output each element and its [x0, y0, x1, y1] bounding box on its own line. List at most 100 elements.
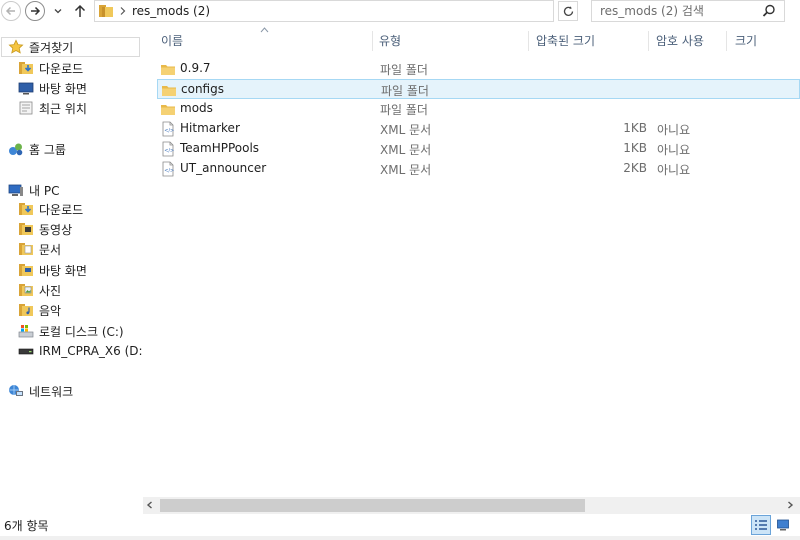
nav-label: IRM_CPRA_X6 (D:) [39, 344, 148, 358]
nav-homegroup[interactable]: 홈 그룹 [8, 139, 66, 159]
arrow-right-icon [31, 6, 41, 16]
nav-label: 네트워크 [29, 384, 74, 399]
nav-pc-music[interactable]: 음악 [18, 300, 61, 320]
homegroup-icon [8, 141, 24, 157]
arrow-left-icon [5, 6, 15, 16]
svg-text:</>: </> [164, 128, 174, 134]
nav-label: 최근 위치 [39, 101, 87, 116]
file-password: 아니요 [657, 123, 691, 137]
column-header-type[interactable]: 유형 [379, 27, 529, 53]
nav-pc-videos[interactable]: 동영상 [18, 219, 72, 239]
details-view-button[interactable] [751, 515, 771, 535]
column-divider[interactable] [528, 31, 529, 51]
up-arrow-icon[interactable] [72, 3, 88, 19]
column-divider[interactable] [726, 31, 727, 51]
refresh-button[interactable] [558, 1, 578, 21]
forward-button[interactable] [25, 1, 45, 21]
svg-text:</>: </> [164, 148, 174, 154]
nav-label: 다운로드 [39, 202, 84, 217]
nav-label: 로컬 디스크 (C:) [39, 324, 124, 339]
nav-label: 사진 [39, 283, 62, 298]
recent-locations-chevron-down-icon[interactable] [52, 5, 64, 17]
nav-this-pc[interactable]: 내 PC [8, 180, 59, 200]
file-type: 파일 폴더 [380, 63, 428, 77]
computer-icon [8, 182, 24, 198]
videos-folder-icon [18, 221, 34, 237]
removable-drive-icon [18, 343, 34, 359]
documents-folder-icon [18, 241, 34, 257]
file-password: 아니요 [657, 143, 691, 157]
file-row[interactable]: mods 파일 폴더 [157, 99, 800, 119]
nav-pc-downloads[interactable]: 다운로드 [18, 199, 83, 219]
file-row[interactable]: </> Hitmarker XML 문서 1KB 아니요 [157, 119, 800, 139]
nav-label: 홈 그룹 [29, 142, 66, 157]
nav-label: 음악 [39, 303, 62, 318]
nav-label: 다운로드 [39, 61, 84, 76]
file-type: 파일 폴더 [381, 84, 429, 98]
file-type: XML 문서 [380, 143, 432, 157]
nav-favorites[interactable]: 즐겨찾기 [1, 37, 140, 57]
xml-file-icon: </> [162, 141, 174, 157]
file-size: 1KB [623, 141, 647, 155]
address-bar[interactable]: res_mods (2) [94, 0, 645, 22]
nav-label: 내 PC [29, 183, 60, 198]
nav-pc-documents[interactable]: 문서 [18, 239, 61, 259]
nav-favorites-downloads[interactable]: 다운로드 [18, 58, 83, 78]
file-name: UT_announcer [180, 161, 267, 175]
nav-pc-desktop[interactable]: 바탕 화면 [18, 260, 87, 280]
nav-pc-local-disk-c[interactable]: 로컬 디스크 (C:) [18, 321, 124, 341]
nav-favorites-recent[interactable]: 최근 위치 [18, 98, 87, 118]
file-name: mods [180, 101, 213, 115]
folder-icon [99, 5, 113, 17]
file-name: Hitmarker [180, 121, 240, 135]
music-folder-icon [18, 302, 34, 318]
large-icons-view-button[interactable] [773, 515, 793, 535]
nav-pc-pictures[interactable]: 사진 [18, 280, 61, 300]
breadcrumb-current-folder[interactable]: res_mods (2) [132, 4, 210, 18]
system-drive-icon [18, 323, 34, 339]
star-icon [8, 39, 24, 55]
file-type: XML 문서 [380, 123, 432, 137]
nav-label: 문서 [39, 242, 62, 257]
horizontal-scrollbar[interactable] [143, 497, 800, 514]
column-header-password[interactable]: 암호 사용 [656, 27, 726, 53]
file-row[interactable]: 0.9.7 파일 폴더 [157, 59, 800, 79]
file-type: XML 문서 [380, 163, 432, 177]
back-button[interactable] [1, 1, 21, 21]
network-icon [8, 383, 24, 399]
recent-places-icon [18, 100, 34, 116]
file-name: 0.9.7 [180, 61, 211, 75]
column-header-size[interactable]: 크기 [735, 27, 795, 53]
file-row[interactable]: </> TeamHPPools XML 문서 1KB 아니요 [157, 139, 800, 159]
refresh-icon [563, 5, 573, 16]
nav-favorites-desktop[interactable]: 바탕 화면 [18, 78, 87, 98]
folder-icon [161, 65, 175, 75]
window-bottom-edge [0, 536, 800, 540]
search-icon[interactable] [762, 4, 776, 18]
nav-label: 바탕 화면 [39, 81, 87, 96]
search-input[interactable] [591, 0, 785, 22]
file-row[interactable]: </> UT_announcer XML 문서 2KB 아니요 [157, 159, 800, 179]
large-icons-view-icon [777, 519, 789, 531]
column-divider[interactable] [372, 31, 373, 51]
folder-icon [162, 86, 176, 96]
nav-network[interactable]: 네트워크 [8, 381, 73, 401]
column-header-compressed-size[interactable]: 압축된 크기 [536, 27, 646, 53]
column-divider[interactable] [648, 31, 649, 51]
downloads-folder-icon [18, 60, 34, 76]
scroll-right-icon[interactable] [785, 500, 795, 510]
svg-text:</>: </> [164, 168, 174, 174]
scrollbar-thumb[interactable] [160, 499, 585, 512]
file-row-selected[interactable]: configs 파일 폴더 [157, 79, 800, 99]
breadcrumb-chevron-right-icon[interactable] [119, 6, 127, 16]
navigation-pane: 즐겨찾기 다운로드 바탕 화면 최근 위치 홈 그룹 내 PC 다운로드 동영상… [0, 27, 147, 512]
nav-label: 동영상 [39, 222, 73, 237]
downloads-folder-icon [18, 201, 34, 217]
pictures-folder-icon [18, 282, 34, 298]
file-name: configs [181, 82, 224, 96]
file-type: 파일 폴더 [380, 103, 428, 117]
scroll-left-icon[interactable] [145, 500, 155, 510]
desktop-folder-icon [18, 262, 34, 278]
column-header-name[interactable]: 이름 [161, 27, 371, 53]
nav-pc-drive-d[interactable]: IRM_CPRA_X6 (D:) [18, 341, 147, 361]
